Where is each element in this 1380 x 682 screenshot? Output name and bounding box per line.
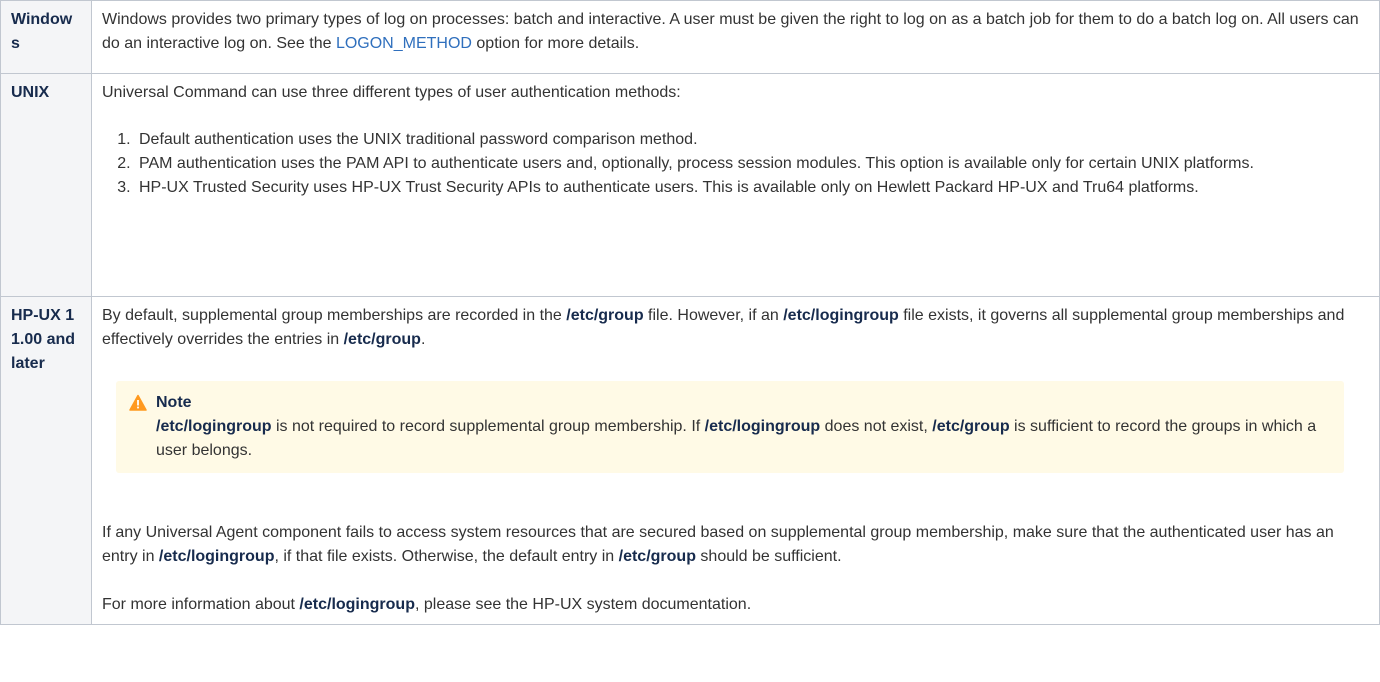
table-row-unix: UNIX Universal Command can use three dif… — [0, 73, 1380, 297]
note-title: Note — [156, 394, 192, 411]
text-run: is not required to record supplemental g… — [271, 418, 705, 435]
text-run: does not exist, — [820, 418, 933, 435]
path-etc-logingroup: /etc/logingroup — [156, 418, 272, 435]
row-label-windows: Windows — [0, 0, 92, 74]
text-run: For more information about — [102, 596, 300, 613]
table-row-hpux: HP-UX 11.00 and later By default, supple… — [0, 296, 1380, 625]
row-content-hpux: By default, supplemental group membershi… — [91, 296, 1380, 625]
note-body: /etc/logingroup is not required to recor… — [156, 415, 1326, 463]
windows-text-1: Windows provides two primary types of lo… — [102, 11, 1359, 52]
list-item: PAM authentication uses the PAM API to a… — [135, 152, 1369, 176]
row-content-unix: Universal Command can use three differen… — [91, 73, 1380, 297]
hpux-paragraph-3: For more information about /etc/logingro… — [102, 593, 1369, 617]
list-item: Default authentication uses the UNIX tra… — [135, 128, 1369, 152]
path-etc-logingroup: /etc/logingroup — [158, 548, 275, 565]
text-run: , if that file exists. Otherwise, the de… — [274, 548, 619, 565]
windows-description: Windows provides two primary types of lo… — [102, 8, 1369, 56]
row-label-hpux: HP-UX 11.00 and later — [0, 296, 92, 625]
row-label-unix: UNIX — [0, 73, 92, 297]
path-etc-logingroup: /etc/logingroup — [704, 418, 821, 435]
hpux-paragraph-1: By default, supplemental group membershi… — [102, 304, 1369, 352]
list-item: HP-UX Trusted Security uses HP-UX Trust … — [135, 176, 1369, 200]
path-etc-group: /etc/group — [618, 548, 696, 565]
note-panel: Note /etc/logingroup is not required to … — [116, 381, 1344, 473]
path-etc-group: /etc/group — [566, 307, 644, 324]
auth-methods-list: Default authentication uses the UNIX tra… — [102, 128, 1369, 200]
path-etc-group: /etc/group — [932, 418, 1010, 435]
logon-method-link[interactable]: LOGON_METHOD — [336, 35, 472, 52]
table-row-windows: Windows Windows provides two primary typ… — [0, 0, 1380, 74]
text-run: By default, supplemental group membershi… — [102, 307, 567, 324]
path-etc-logingroup: /etc/logingroup — [783, 307, 899, 324]
path-etc-group: /etc/group — [343, 331, 421, 348]
text-run: should be sufficient. — [695, 548, 842, 565]
path-etc-logingroup: /etc/logingroup — [299, 596, 415, 613]
row-content-windows: Windows provides two primary types of lo… — [91, 0, 1380, 74]
windows-text-2: option for more details. — [471, 35, 640, 52]
text-run: file. However, if an — [643, 307, 784, 324]
hpux-paragraph-2: If any Universal Agent component fails t… — [102, 521, 1369, 569]
platform-table: Windows Windows provides two primary typ… — [0, 0, 1380, 625]
unix-intro: Universal Command can use three differen… — [102, 84, 681, 101]
text-run: , please see the HP-UX system documentat… — [414, 596, 752, 613]
warning-icon — [129, 394, 147, 411]
text-run: . — [420, 331, 426, 348]
